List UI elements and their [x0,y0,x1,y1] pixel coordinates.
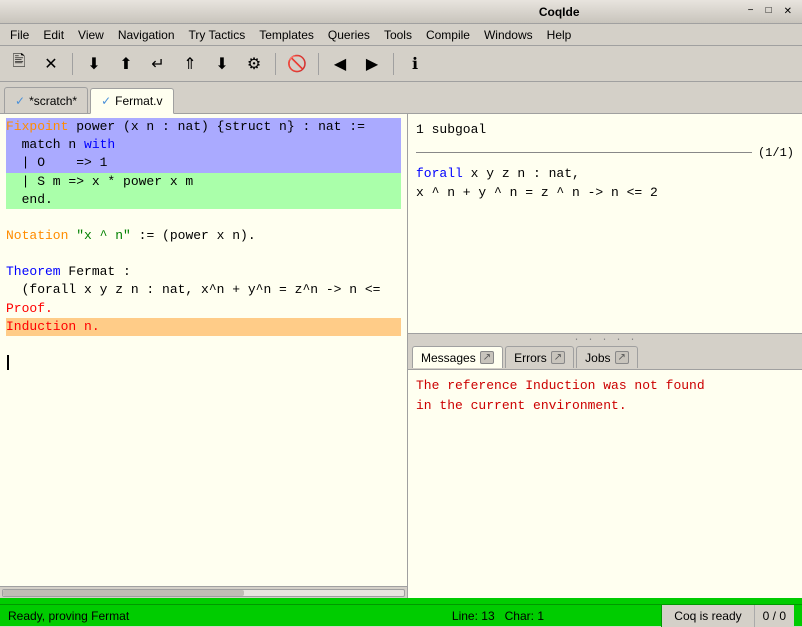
messages-panel: Messages ↗ Errors ↗ Jobs ↗ The reference Indu… [408,342,802,598]
forward-icon[interactable]: ▶ [359,51,385,77]
tab-check-icon: ✓ [101,94,111,108]
menu-item-try-tactics[interactable]: Try Tactics [183,27,252,43]
window-title: CoqIde [375,5,744,19]
menu-item-templates[interactable]: Templates [253,27,320,43]
code-line [6,245,401,263]
messages-tab-label: Messages [421,351,476,365]
menu-item-help[interactable]: Help [541,27,578,43]
menu-item-compile[interactable]: Compile [420,27,476,43]
code-line [6,336,401,354]
code-line: Notation "x ^ n" := (power x n). [6,227,401,245]
menu-item-tools[interactable]: Tools [378,27,418,43]
menu-item-queries[interactable]: Queries [322,27,376,43]
tab-label: Fermat.v [115,94,162,108]
minimize-button[interactable]: − [744,6,758,18]
code-line: Proof. [6,300,401,318]
code-line: match n with [6,136,401,154]
messages-tab-arrow-icon[interactable]: ↗ [551,351,565,364]
settings-icon[interactable]: ⚙ [241,51,267,77]
horizontal-scrollbar[interactable] [2,589,405,597]
messages-tab-label: Jobs [585,351,610,365]
messages-tab-label: Errors [514,351,547,365]
code-line: | S m => x * power x m [6,173,401,191]
info-icon[interactable]: ℹ [402,51,428,77]
toolbar: 🖹✕⬇⬆↵⇑⬇⚙🚫◀▶ℹ [0,46,802,82]
tab-scratch[interactable]: ✓ *scratch* [4,87,88,113]
status-right: Coq is ready 0 / 0 [661,605,794,627]
main-area: Fixpoint power (x n : nat) {struct n} : … [0,114,802,598]
editor-panel: Fixpoint power (x n : nat) {struct n} : … [0,114,408,598]
step-up-icon[interactable]: ⬆ [113,51,139,77]
tab-fermat[interactable]: ✓ Fermat.v [90,88,173,114]
code-line: Theorem Fermat : [6,263,401,281]
coq-status: Coq is ready [661,605,753,627]
close-button[interactable]: ✕ [780,6,796,18]
scrollbar-thumb [3,590,244,596]
status-bar: Ready, proving Fermat Line: 13 Char: 1 C… [0,604,802,626]
code-line: Induction n. [6,318,401,336]
code-line [6,209,401,227]
menu-item-view[interactable]: View [72,27,110,43]
goal-panel: 1 subgoal (1/1) forall x y z n : nat, x … [408,114,802,334]
menu-bar: FileEditViewNavigationTry TacticsTemplat… [0,24,802,46]
resize-handle[interactable]: . . . . . [408,334,802,342]
code-line: end. [6,191,401,209]
code-line: | O => 1 [6,154,401,172]
menu-item-file[interactable]: File [4,27,35,43]
messages-tabs: Messages ↗ Errors ↗ Jobs ↗ [408,342,802,370]
back-icon[interactable]: ◀ [327,51,353,77]
messages-tab-errors[interactable]: Errors ↗ [505,346,574,368]
goal-body: forall x y z n : nat, x ^ n + y ^ n = z … [416,164,794,203]
window-controls[interactable]: − □ ✕ [744,6,796,18]
right-panel: 1 subgoal (1/1) forall x y z n : nat, x … [408,114,802,598]
goal-counter: (1/1) [758,144,794,162]
toolbar-separator [318,53,319,75]
new-file-icon[interactable]: 🖹 [6,51,32,77]
close-icon[interactable]: ✕ [38,51,64,77]
menu-item-navigation[interactable]: Navigation [112,27,181,43]
code-line: (forall x y z n : nat, x^n + y^n = z^n -… [6,281,401,299]
stop-icon[interactable]: 🚫 [284,51,310,77]
tabs: ✓ *scratch* ✓ Fermat.v [0,82,802,114]
go-to-icon[interactable]: ↵ [145,51,171,77]
messages-content: The reference Induction was not found in… [408,370,802,598]
editor-content[interactable]: Fixpoint power (x n : nat) {struct n} : … [0,114,407,586]
goal-header: 1 subgoal [416,120,794,140]
menu-item-windows[interactable]: Windows [478,27,539,43]
menu-item-edit[interactable]: Edit [37,27,70,43]
toolbar-separator [275,53,276,75]
status-center: Line: 13 Char: 1 [335,609,662,623]
tab-check-icon: ✓ [15,94,25,108]
to-top-icon[interactable]: ⇑ [177,51,203,77]
cursor-line[interactable] [6,354,401,372]
toolbar-separator [393,53,394,75]
messages-tab-arrow-icon[interactable]: ↗ [615,351,629,364]
title-bar: CoqIde − □ ✕ [0,0,802,24]
messages-tab-messages[interactable]: Messages ↗ [412,346,503,368]
to-bottom-icon[interactable]: ⬇ [209,51,235,77]
status-left: Ready, proving Fermat [8,609,335,623]
maximize-button[interactable]: □ [762,6,776,18]
step-down-icon[interactable]: ⬇ [81,51,107,77]
tab-label: *scratch* [29,94,77,108]
toolbar-separator [72,53,73,75]
messages-tab-jobs[interactable]: Jobs ↗ [576,346,638,368]
code-line: Fixpoint power (x n : nat) {struct n} : … [6,118,401,136]
proof-count: 0 / 0 [754,605,794,627]
editor-scrollbar[interactable] [0,586,407,598]
messages-tab-arrow-icon[interactable]: ↗ [480,351,494,364]
